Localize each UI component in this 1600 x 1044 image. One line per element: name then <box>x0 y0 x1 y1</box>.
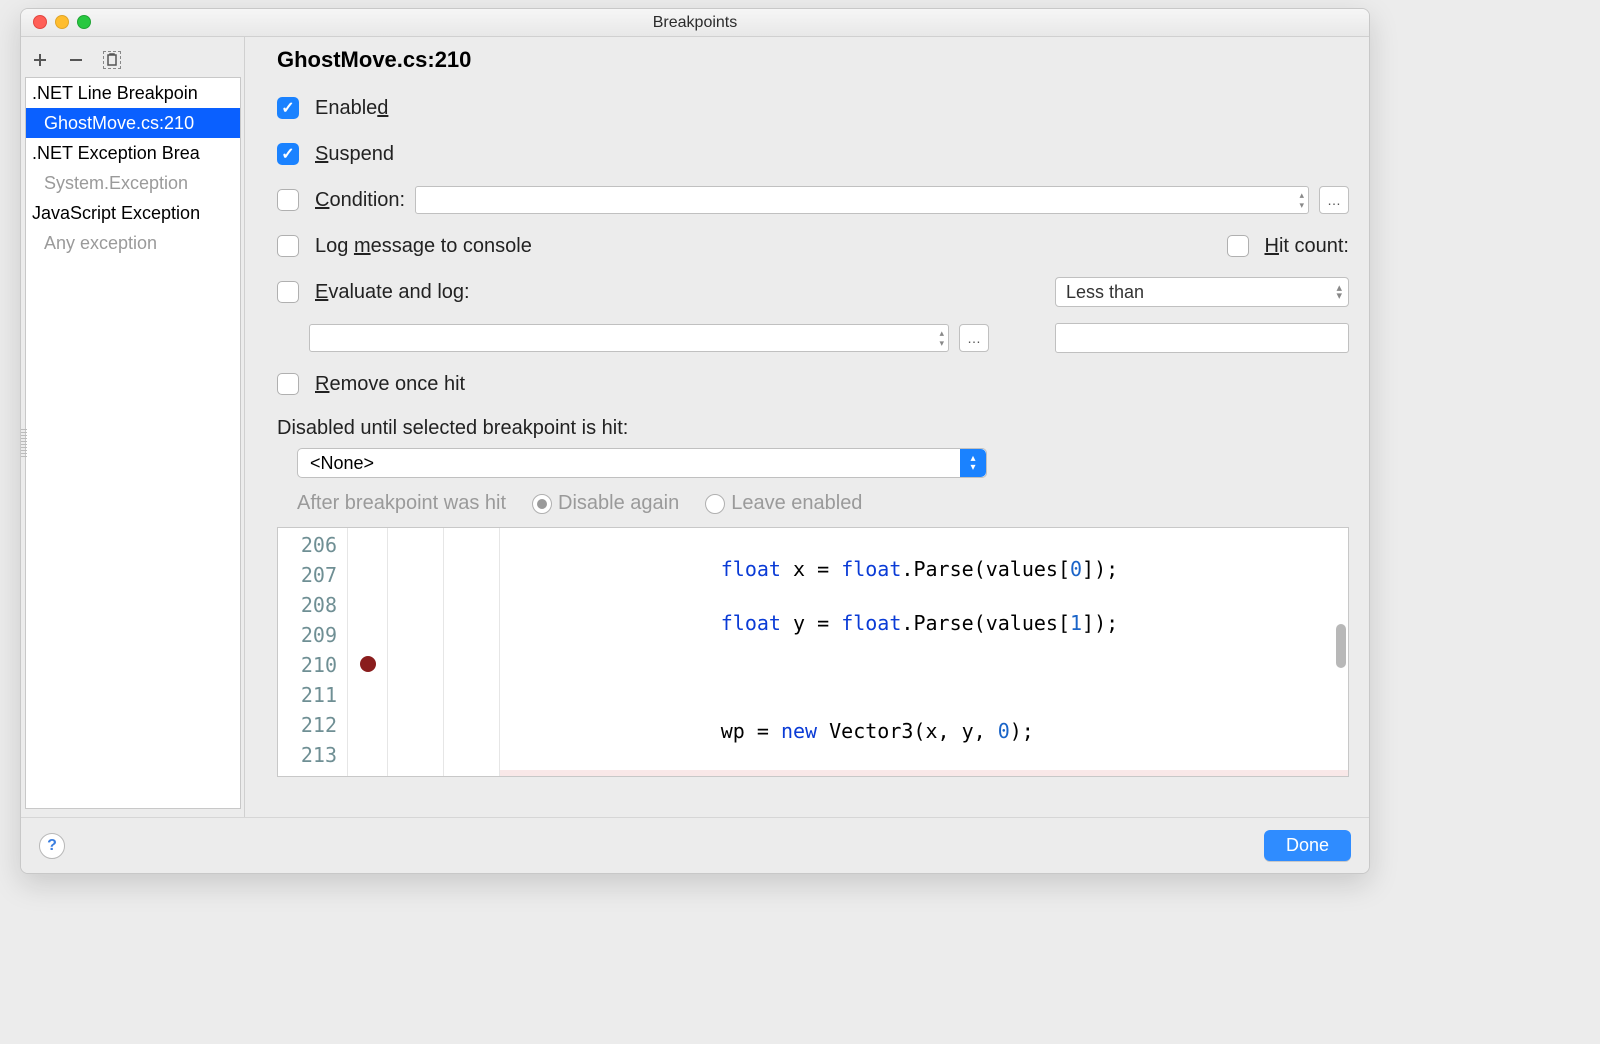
enabled-label: Enabled <box>315 97 388 120</box>
minimize-window-icon[interactable] <box>55 15 69 29</box>
disable-again-label: Disable again <box>558 492 679 515</box>
leave-enabled-label: Leave enabled <box>731 492 862 515</box>
enabled-checkbox[interactable] <box>277 97 299 119</box>
code-lines[interactable]: float x = float.Parse(values[0]); float … <box>500 528 1348 776</box>
condition-label: Condition: <box>315 189 405 212</box>
disable-again-radio[interactable] <box>532 494 552 514</box>
hitcount-label: Hit count: <box>1265 235 1350 258</box>
tree-item-system-exception[interactable]: System.Exception <box>26 168 240 198</box>
tree-category-js-exception[interactable]: JavaScript Exception <box>26 198 240 228</box>
tree-category-net-exception[interactable]: .NET Exception Brea <box>26 138 240 168</box>
add-breakpoint-icon[interactable] <box>31 51 49 69</box>
dialog-footer: ? Done <box>21 817 1369 873</box>
disabled-until-value: <None> <box>310 453 374 474</box>
evaluate-input[interactable]: ▴▾ <box>309 324 949 352</box>
condition-history-icon[interactable]: ▴▾ <box>1299 190 1304 210</box>
help-button[interactable]: ? <box>39 833 65 859</box>
evaluate-checkbox[interactable] <box>277 281 299 303</box>
evaluate-more-button[interactable]: … <box>959 324 989 352</box>
log-label: Log message to console <box>315 235 532 258</box>
done-button[interactable]: Done <box>1264 830 1351 861</box>
breakpoint-title: GhostMove.cs:210 <box>277 47 1349 73</box>
breakpoint-dot-icon[interactable] <box>360 656 376 672</box>
select-caret-icon: ▴▾ <box>1336 284 1342 300</box>
leave-enabled-radio[interactable] <box>705 494 725 514</box>
suspend-label: Suspend <box>315 143 394 166</box>
evaluate-label: Evaluate and log: <box>315 281 470 304</box>
line-number-gutter: 206 207 208 209 210 211 212 213 <box>278 528 348 776</box>
evaluate-history-icon[interactable]: ▴▾ <box>939 328 944 348</box>
window-title: Breakpoints <box>653 14 738 32</box>
detail-panel: GhostMove.cs:210 Enabled Suspend Conditi… <box>245 37 1369 817</box>
suspend-checkbox[interactable] <box>277 143 299 165</box>
hitcount-mode-select[interactable]: Less than ▴▾ <box>1055 277 1349 307</box>
breakpoints-window: Breakpoints .NET Line Breakpoin <box>20 8 1370 874</box>
view-options-icon[interactable] <box>103 51 121 69</box>
after-hit-label: After breakpoint was hit <box>297 492 506 515</box>
hitcount-mode-value: Less than <box>1066 282 1144 303</box>
indent-guide-col <box>388 528 444 776</box>
remove-once-hit-checkbox[interactable] <box>277 373 299 395</box>
tree-item-any-exception[interactable]: Any exception <box>26 228 240 258</box>
select-blue-caret-icon: ▴▾ <box>960 449 986 477</box>
breakpoint-gutter[interactable] <box>348 528 388 776</box>
hitcount-value-input[interactable] <box>1055 323 1349 353</box>
tree-category-net-line[interactable]: .NET Line Breakpoin <box>26 78 240 108</box>
indent-guide-col-2 <box>444 528 500 776</box>
log-checkbox[interactable] <box>277 235 299 257</box>
splitter-grip-icon[interactable] <box>21 429 27 459</box>
condition-checkbox[interactable] <box>277 189 299 211</box>
tree-item-ghostmove[interactable]: GhostMove.cs:210 <box>26 108 240 138</box>
close-window-icon[interactable] <box>33 15 47 29</box>
breakpoint-tree[interactable]: .NET Line Breakpoin GhostMove.cs:210 .NE… <box>25 77 241 809</box>
code-preview: 206 207 208 209 210 211 212 213 <box>277 527 1349 777</box>
remove-once-hit-label: Remove once hit <box>315 373 465 396</box>
hitcount-checkbox[interactable] <box>1227 235 1249 257</box>
disabled-until-select[interactable]: <None> ▴▾ <box>297 448 987 478</box>
scrollbar-thumb[interactable] <box>1336 624 1346 668</box>
zoom-window-icon[interactable] <box>77 15 91 29</box>
remove-breakpoint-icon[interactable] <box>67 51 85 69</box>
condition-more-button[interactable]: … <box>1319 186 1349 214</box>
disabled-until-label: Disabled until selected breakpoint is hi… <box>277 417 1349 440</box>
titlebar: Breakpoints <box>21 9 1369 37</box>
sidebar: .NET Line Breakpoin GhostMove.cs:210 .NE… <box>21 37 245 817</box>
condition-input[interactable]: ▴▾ <box>415 186 1309 214</box>
